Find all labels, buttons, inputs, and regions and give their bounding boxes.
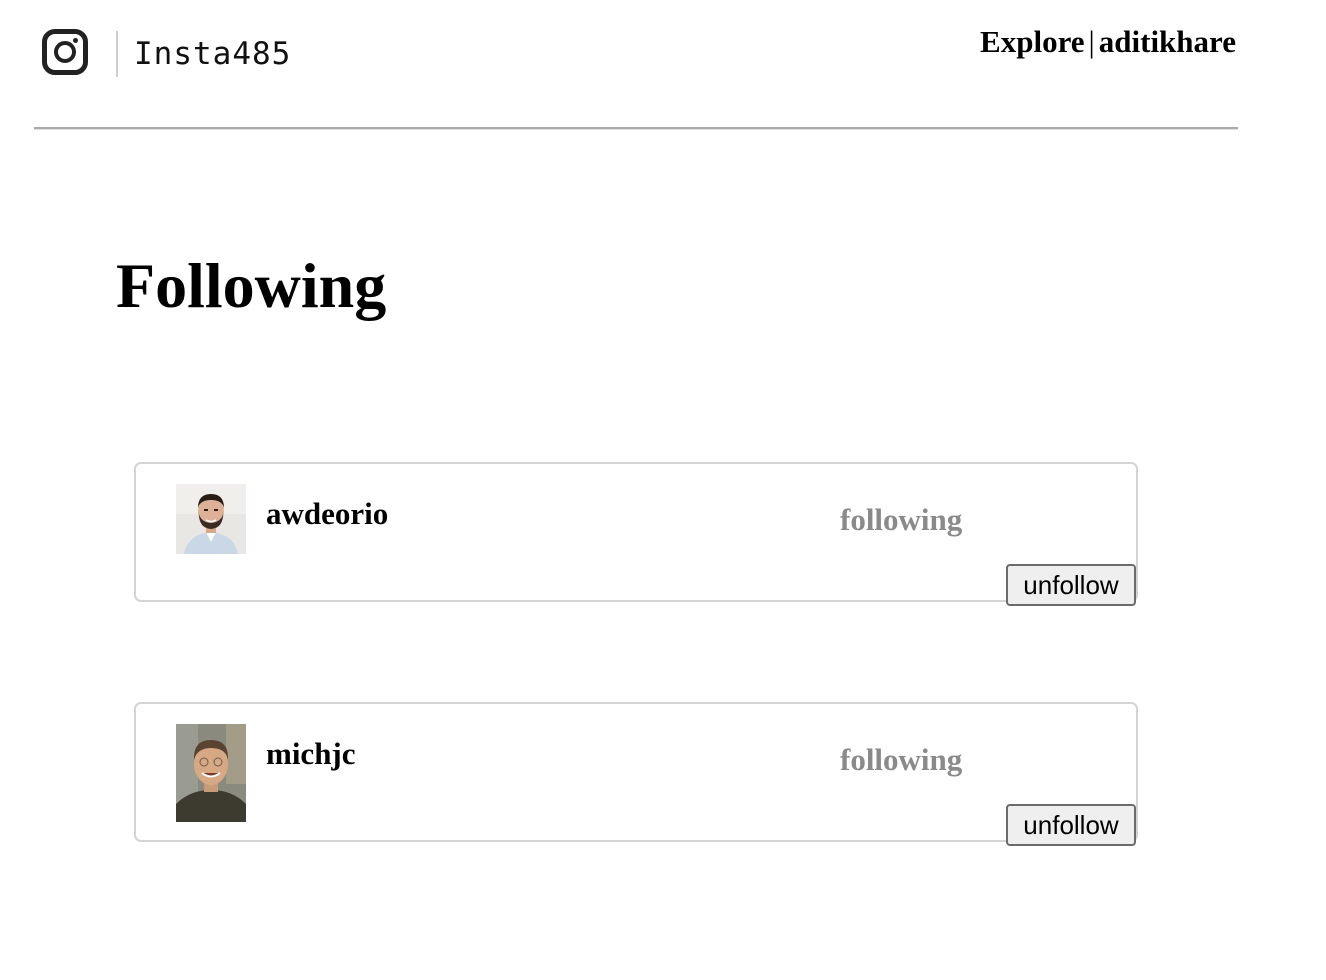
header: Insta485 Explore | aditikhare [34, 0, 1238, 130]
unfollow-button[interactable]: unfollow [1006, 564, 1136, 606]
header-divider [34, 127, 1238, 130]
avatar[interactable] [176, 724, 246, 822]
username-link[interactable]: michjc [266, 734, 356, 774]
page-title: Following [116, 250, 387, 321]
follow-card: awdeorio following unfollow [134, 462, 1138, 606]
nav-separator: | [1088, 24, 1095, 59]
brand-name[interactable]: Insta485 [134, 32, 291, 76]
camera-lens-icon [54, 41, 76, 63]
page: Insta485 Explore | aditikhare Following aw [0, 0, 1326, 980]
relation-status: following [840, 502, 963, 537]
instagram-camera-icon[interactable] [42, 29, 88, 75]
unfollow-button[interactable]: unfollow [1006, 804, 1136, 846]
avatar[interactable] [176, 484, 246, 554]
explore-link[interactable]: Explore [980, 24, 1085, 59]
follow-card: michjc following unfollow [134, 702, 1138, 846]
camera-flash-icon [73, 38, 78, 43]
top-nav: Explore | aditikhare [980, 22, 1236, 62]
logo-divider [116, 31, 118, 77]
user-profile-link[interactable]: aditikhare [1099, 24, 1236, 59]
avatar-image [176, 484, 246, 554]
relation-status: following [840, 742, 963, 777]
username-link[interactable]: awdeorio [266, 494, 388, 534]
avatar-image [176, 724, 246, 822]
